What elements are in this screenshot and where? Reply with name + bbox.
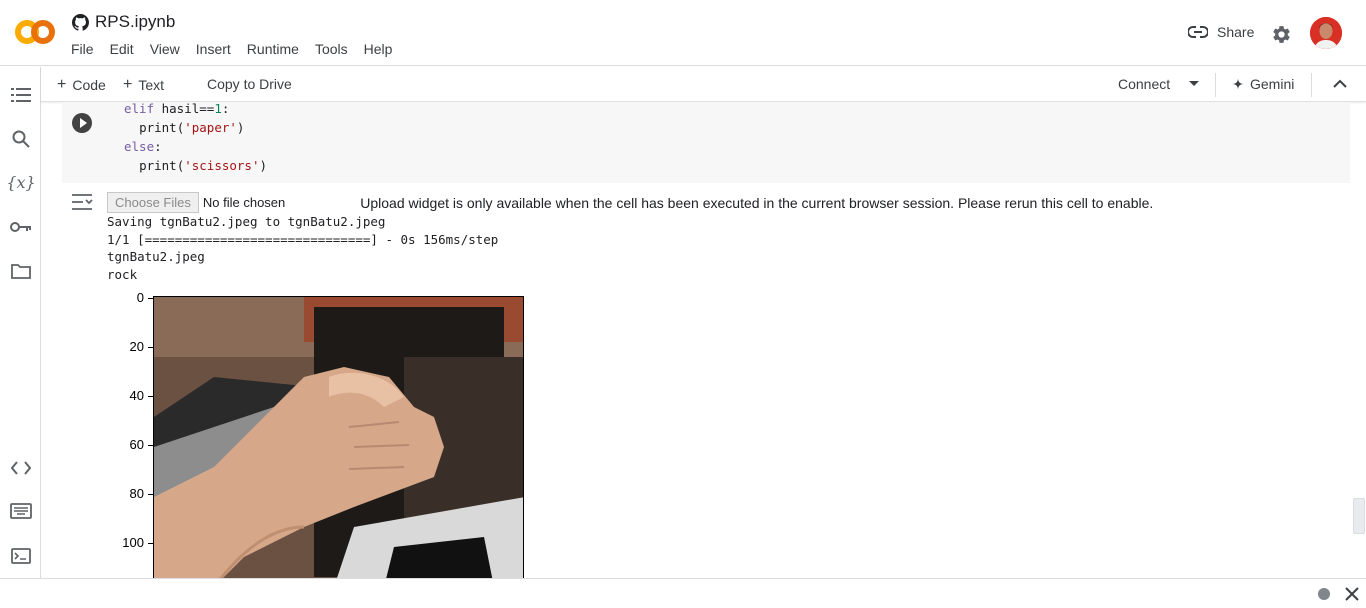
y-tick-label: 60	[129, 437, 144, 452]
code-snippets-icon[interactable]	[10, 457, 32, 479]
add-text-button[interactable]: + Text	[123, 76, 164, 94]
gemini-button[interactable]: Gemini	[1232, 76, 1294, 92]
connect-button[interactable]: Connect	[1118, 76, 1170, 92]
toolbar-divider	[1311, 73, 1312, 97]
code-cell[interactable]: elif hasil==1: print('paper') else: print…	[62, 99, 1350, 183]
hand-rock-photo	[153, 296, 524, 578]
y-tick-label: 40	[129, 388, 144, 403]
terminal-icon[interactable]	[10, 545, 32, 567]
variables-icon[interactable]: {x}	[6, 171, 35, 193]
menu-help[interactable]: Help	[364, 41, 393, 57]
link-icon	[1188, 26, 1208, 38]
toolbar-divider	[1215, 73, 1216, 97]
output-actions-icon[interactable]	[71, 193, 93, 211]
avatar[interactable]	[1310, 17, 1342, 49]
left-sidebar: {x}	[0, 67, 41, 578]
code-editor[interactable]: elif hasil==1: print('paper') else: print…	[124, 99, 267, 175]
status-indicator-icon	[1318, 588, 1330, 600]
gemini-sparkle-icon	[1232, 78, 1244, 90]
stdout-line: 1/1 [==============================] - 0…	[107, 231, 499, 247]
stdout-line: tgnBatu2.jpeg	[107, 249, 205, 264]
code-line: elif hasil==1:	[124, 101, 230, 116]
menu-runtime[interactable]: Runtime	[247, 41, 299, 57]
command-palette-icon[interactable]	[10, 500, 32, 522]
y-tick-label: 100	[122, 535, 144, 550]
top-bar: RPS.ipynb File Edit View Insert Runtime …	[0, 0, 1366, 66]
menu-edit[interactable]: Edit	[110, 41, 134, 57]
table-of-contents-icon[interactable]	[10, 84, 32, 106]
notebook-title[interactable]: RPS.ipynb	[95, 12, 175, 32]
add-text-label: Text	[138, 77, 165, 93]
menu-tools[interactable]: Tools	[315, 41, 348, 57]
notebook-toolbar: + Code + Text Copy to Drive Connect Gemi…	[41, 67, 1366, 102]
copy-to-drive-button[interactable]: Copy to Drive	[207, 76, 292, 92]
search-icon[interactable]	[10, 128, 32, 150]
menu-file[interactable]: File	[71, 41, 94, 57]
y-tick-label: 0	[136, 290, 144, 305]
colab-logo[interactable]	[14, 18, 56, 46]
upload-message: Upload widget is only available when the…	[360, 194, 1154, 211]
menu-bar: File Edit View Insert Runtime Tools Help	[71, 41, 408, 57]
choose-files-button[interactable]: Choose Files	[107, 192, 199, 213]
scrollbar-thumb[interactable]	[1353, 498, 1365, 534]
menu-insert[interactable]: Insert	[196, 41, 231, 57]
stdout-line: Saving tgnBatu2.jpeg to tgnBatu2.jpeg	[107, 214, 386, 229]
connect-dropdown-chevron-icon[interactable]	[1188, 80, 1200, 87]
no-file-label: No file chosen	[202, 195, 286, 210]
code-line: print('scissors')	[139, 158, 268, 173]
close-icon[interactable]	[1344, 586, 1360, 602]
menu-view[interactable]: View	[150, 41, 180, 57]
stdout-line: rock	[107, 266, 138, 282]
notebook-title-row: RPS.ipynb	[72, 12, 175, 32]
code-line: else:	[124, 139, 162, 154]
photo-content	[154, 297, 523, 578]
gear-icon[interactable]	[1271, 24, 1292, 45]
github-icon[interactable]	[72, 13, 89, 31]
variables-glyph: {x}	[6, 172, 36, 192]
plus-icon: +	[57, 76, 67, 93]
y-tick-label: 20	[129, 339, 144, 354]
share-label: Share	[1217, 24, 1255, 40]
gemini-label: Gemini	[1250, 76, 1295, 92]
secrets-key-icon[interactable]	[10, 216, 32, 238]
add-code-button[interactable]: + Code	[57, 76, 106, 94]
stdout-text: Saving tgnBatu2.jpeg to tgnBatu2.jpeg 1/1…	[107, 213, 498, 283]
upload-widget: Choose Files No file chosen Upload widge…	[107, 192, 1153, 213]
files-folder-icon[interactable]	[10, 260, 32, 282]
image-plot: 0 20 40 60 80 100	[62, 290, 532, 578]
status-bar	[0, 578, 1366, 608]
plus-icon: +	[123, 76, 133, 93]
code-line: print('paper')	[139, 120, 245, 135]
avatar-photo	[1310, 17, 1342, 49]
share-button[interactable]: Share	[1188, 24, 1254, 40]
y-tick-label: 80	[129, 486, 144, 501]
run-cell-button[interactable]	[72, 113, 92, 133]
add-code-label: Code	[72, 77, 106, 93]
collapse-chevron-up-icon[interactable]	[1333, 79, 1347, 88]
